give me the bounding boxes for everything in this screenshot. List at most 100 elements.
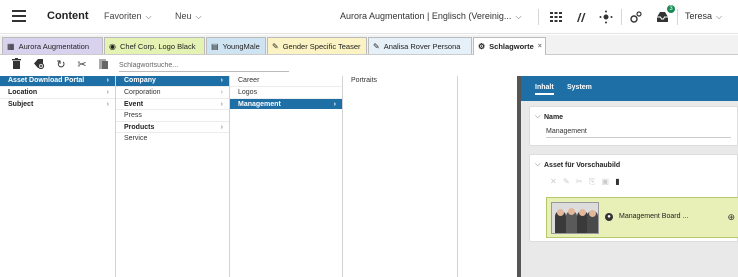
persona-icon: ▤ (211, 41, 219, 51)
tab-label: Chef Corp. Logo Black (119, 41, 196, 51)
grid-icon[interactable] (548, 8, 564, 26)
document-tabs: ▦ Aurora Augmentation ◉ Chef Corp. Logo Bl… (0, 35, 738, 55)
list-item-label: Subject (8, 100, 34, 108)
copy-icon[interactable]: ⎘ (589, 177, 597, 186)
panel-tabs: Inhalt System (521, 76, 738, 101)
list-item[interactable]: Event › (116, 97, 229, 110)
cut-icon[interactable]: ✂ (76, 58, 88, 72)
new-menu[interactable]: Neu ⌵ (175, 11, 202, 22)
linked-asset[interactable]: ● Management Board ... ⊕ (546, 197, 738, 238)
list-item-label: Management (238, 100, 281, 108)
tab-label: Schlagworte (489, 42, 534, 51)
tag-search-input[interactable] (119, 59, 289, 72)
menu-icon[interactable] (12, 10, 26, 22)
picture-icon: ● (605, 213, 613, 221)
add-tag-icon[interactable] (32, 58, 46, 72)
divider (538, 9, 539, 25)
tag-column-2: Company › Corporation › Event › Press Produ… (116, 76, 230, 277)
analytics-icon[interactable] (573, 8, 589, 26)
paste-icon[interactable]: ▣ (601, 177, 611, 186)
refresh-icon[interactable]: ↻ (55, 58, 67, 72)
app-title: Content (47, 10, 89, 22)
pencil-icon: ✎ (272, 41, 279, 51)
close-icon[interactable]: × (538, 43, 542, 50)
tab-schlagworte[interactable]: ⚙ Schlagworte × (473, 37, 546, 55)
list-item[interactable]: Subject › (0, 97, 115, 110)
inbox-icon[interactable]: 3 (654, 5, 675, 26)
list-item[interactable]: Career (230, 76, 342, 86)
tab-chef-corp-logo[interactable]: ◉ Chef Corp. Logo Black (104, 37, 205, 54)
chevron-right-icon: › (106, 77, 109, 84)
name-field[interactable]: Management (546, 128, 731, 138)
tag-column-1: Asset Download Portal › Location › Subject… (0, 76, 116, 277)
paste-icon[interactable] (97, 58, 109, 72)
list-item-label: Portraits (351, 77, 378, 84)
delete-icon[interactable] (10, 58, 22, 72)
list-item[interactable]: Products › (116, 120, 229, 133)
pencil-icon: ✎ (373, 41, 380, 51)
chevron-right-icon: › (106, 100, 109, 108)
list-item-label: Logos (238, 89, 258, 96)
tag-column-4: Portraits (343, 76, 458, 277)
user-menu[interactable]: Teresa ⌵ (685, 11, 722, 22)
puzzle-icon[interactable] (628, 8, 644, 26)
tab-aurora-augmentation[interactable]: ▦ Aurora Augmentation (2, 37, 103, 54)
divider (677, 9, 678, 25)
chevron-down-icon[interactable]: ⌵ (535, 113, 540, 121)
chevron-right-icon: › (220, 77, 223, 84)
workflow-icon[interactable] (598, 8, 614, 26)
tab-inhalt[interactable]: Inhalt (535, 84, 554, 95)
divider (621, 9, 622, 25)
list-item-label: Press (124, 112, 142, 119)
list-item-label: Products (124, 123, 155, 131)
tag-column-3: Career Logos Management › (230, 76, 343, 277)
list-item-label: Career (238, 77, 260, 84)
list-item[interactable]: Service (116, 132, 229, 144)
new-label: Neu (175, 11, 192, 21)
list-item[interactable]: Location › (0, 86, 115, 98)
list-item[interactable]: Portraits (343, 76, 457, 86)
chevron-down-icon[interactable]: ⌵ (535, 161, 540, 169)
linked-asset-label: Management Board ... (619, 213, 689, 220)
browse-icon[interactable]: ▮ (615, 177, 621, 186)
tag-icon: ⚙ (478, 42, 486, 51)
preview-card-title: Asset für Vorschaubild (544, 162, 621, 169)
list-item[interactable]: Company › (116, 76, 229, 86)
chevron-down-icon: ⌵ (195, 12, 202, 21)
name-card: ⌵ Name Management (529, 106, 738, 146)
tab-youngmale[interactable]: ▤ YoungMale (206, 37, 266, 54)
list-item[interactable]: Press (116, 109, 229, 121)
link-actions: ✕ ✎ ✂ ⎘ ▣ ▮ (550, 177, 622, 187)
thumbnail-image (551, 202, 599, 234)
list-item[interactable]: Logos (230, 86, 342, 98)
list-item[interactable]: Management › (230, 97, 342, 109)
site-selector[interactable]: Aurora Augmentation | Englisch (Vereinig… (340, 11, 522, 22)
favorites-menu[interactable]: Favoriten ⌵ (104, 11, 152, 22)
preview-asset-card: ⌵ Asset für Vorschaubild ✕ ✎ ✂ ⎘ ▣ ▮ ● M… (529, 154, 738, 242)
tab-system[interactable]: System (567, 84, 592, 91)
tag-detail-panel: Inhalt System ⌵ Name Management ⌵ Asset … (521, 76, 738, 277)
list-item-label: Event (124, 100, 144, 108)
list-item[interactable]: Corporation › (116, 86, 229, 98)
user-name: Teresa (685, 11, 713, 21)
tab-analisa-rover-persona[interactable]: ✎ Analisa Rover Persona (368, 37, 472, 54)
tag-column-browser: Asset Download Portal › Location › Subject… (0, 76, 516, 277)
list-item-label: Asset Download Portal (8, 77, 85, 84)
list-item-label: Location (8, 89, 38, 96)
tab-gender-specific-teaser[interactable]: ✎ Gender Specific Teaser (267, 37, 367, 54)
notification-badge: 3 (667, 5, 675, 13)
cut-icon[interactable]: ✂ (576, 177, 585, 186)
tab-label: Gender Specific Teaser (282, 41, 361, 51)
list-item[interactable]: Asset Download Portal › (0, 76, 115, 86)
tag-toolbar: ↻ ✂ (0, 56, 738, 74)
list-item-label: Corporation (124, 89, 161, 96)
remove-icon[interactable]: ✕ (550, 177, 559, 186)
chevron-right-icon: › (333, 100, 336, 108)
tab-label: Aurora Augmentation (18, 41, 90, 51)
edit-icon[interactable]: ✎ (563, 177, 572, 186)
name-card-title: Name (544, 114, 564, 121)
list-item-label: Service (124, 135, 148, 142)
favorites-label: Favoriten (104, 11, 142, 21)
site-selector-label: Aurora Augmentation | Englisch (Vereinig… (340, 11, 512, 21)
globe-icon[interactable]: ⊕ (727, 212, 735, 223)
